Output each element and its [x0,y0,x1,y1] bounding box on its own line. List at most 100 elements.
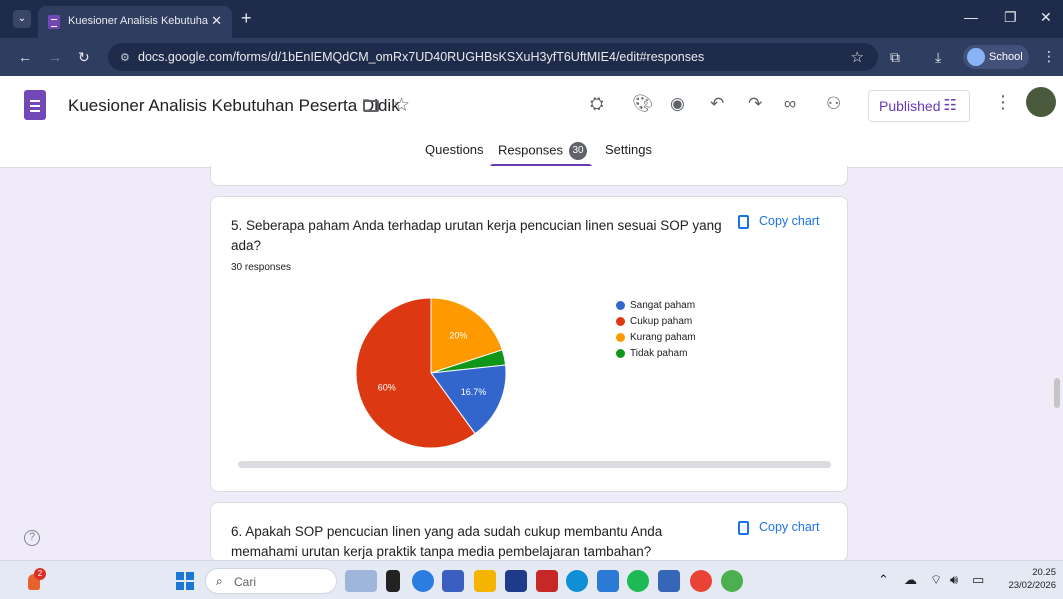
onedrive-icon[interactable]: ☁ [904,572,917,588]
minimize-icon[interactable]: — [964,9,978,25]
customize-theme-addons-icon[interactable]: ⛭ [590,94,604,114]
legend-item[interactable]: Tidak paham [616,348,696,364]
new-tab-button[interactable]: + [241,8,252,29]
copy-chart-button[interactable]: Copy chart [738,520,819,535]
pie-slice-label: 20% [449,330,467,340]
back-icon[interactable]: ← [18,49,32,65]
download-icon[interactable]: ⤓ [935,49,941,66]
forms-logo-icon[interactable] [24,90,46,120]
task-view-icon[interactable] [386,570,400,592]
tab-settings[interactable]: Settings [605,142,652,157]
chart-legend: Sangat paham Cukup paham Kurang paham Tidak… [616,300,696,364]
spotify-icon[interactable] [627,570,649,592]
add-collaborator-icon[interactable]: ⚇ [826,94,841,114]
star-icon[interactable]: ☆ [393,94,410,117]
palette-icon[interactable]: 🎨︎ [632,94,654,114]
forward-icon[interactable]: → [48,49,62,65]
legend-dot-icon [616,316,625,326]
browser-toolbar: ← → ↻ ⚙ docs.google.com/forms/d/1bEnIEMQ… [0,38,1063,76]
taskbar: 2 ⌕ Cari ⌃ ☁ ⌔ 🔊︎ ▭ 20.25 23/02/2026 [0,560,1063,599]
extensions-icon[interactable]: ⧉ [890,49,900,66]
legend-label: Sangat paham [630,300,696,311]
pie-slice-label: 60% [378,382,396,392]
move-to-folder-icon[interactable] [363,100,379,112]
tab-questions[interactable]: Questions [425,142,484,157]
profile-button[interactable]: School [963,45,1029,69]
file-explorer-icon[interactable] [474,570,496,592]
question-card: 5. Seberapa paham Anda terhadap urutan k… [210,196,848,492]
weather-badge: 2 [34,568,46,580]
form-title[interactable]: Kuesioner Analisis Kebutuhan Peserta Did… [68,96,400,116]
response-count: 30 responses [231,262,292,273]
page-scrollbar[interactable] [1054,378,1060,408]
tab-close-icon[interactable]: ✕ [211,13,222,29]
copy-chart-label: Copy chart [759,520,820,534]
question-card: 6. Apakah SOP pencucian linen yang ada s… [210,502,848,562]
form-tabs: Questions Responses 30 Settings [0,138,1063,168]
publish-settings-icon: ☷ [943,97,957,114]
browser-menu-icon[interactable]: ⋮ [1042,48,1056,65]
search-icon: ⌕ [216,574,223,588]
whatsapp-icon[interactable] [721,570,743,592]
tab-responses-label: Responses [498,142,564,158]
avatar[interactable] [1026,87,1056,117]
store-icon[interactable] [505,570,527,592]
chart-horizontal-scrollbar[interactable] [238,461,831,468]
edge-icon[interactable] [566,570,588,592]
address-bar[interactable]: ⚙ docs.google.com/forms/d/1bEnIEMQdCM_om… [108,43,878,71]
browser-tabbar: ⌄ Kuesioner Analisis Kebutuhan P ✕ + — ❐… [0,0,1063,38]
photos-icon[interactable] [597,570,619,592]
url-text: docs.google.com/forms/d/1bEnIEMQdCM_omRx… [138,50,705,64]
responses-count-badge: 30 [569,142,588,160]
app-icon[interactable] [658,570,680,592]
taskbar-search[interactable]: ⌕ Cari [205,568,337,594]
tab-title: Kuesioner Analisis Kebutuhan P [68,15,208,27]
mcafee-icon[interactable] [536,570,558,592]
copilot-icon[interactable] [412,570,434,592]
copy-chart-label: Copy chart [759,214,820,228]
app-icon[interactable] [442,570,464,592]
copy-icon [738,214,749,229]
copy-icon [738,520,749,535]
tray-chevron-icon[interactable]: ⌃ [878,572,889,588]
question-title: 6. Apakah SOP pencucian linen yang ada s… [231,524,663,559]
profile-avatar [967,48,985,66]
forms-favicon-icon [48,15,60,29]
undo-icon[interactable]: ↶ [710,94,724,114]
tab-responses[interactable]: Responses 30 [498,142,588,160]
system-clock[interactable]: 20.25 23/02/2026 [1000,566,1056,592]
volume-icon[interactable]: 🔊︎ [950,572,958,588]
chrome-icon[interactable] [690,570,712,592]
tab-search-chevron-icon[interactable]: ⌄ [13,10,31,28]
browser-tab[interactable]: Kuesioner Analisis Kebutuhan P ✕ [38,6,232,38]
battery-icon[interactable]: ▭ [972,572,984,588]
search-placeholder: Cari [234,575,257,589]
copy-chart-button[interactable]: Copy chart [738,214,819,229]
wifi-icon[interactable]: ⌔ [930,572,942,588]
weather-widget-icon[interactable]: 2 [26,568,46,592]
question-title: 5. Seberapa paham Anda terhadap urutan k… [231,218,722,253]
legend-item[interactable]: Kurang paham [616,332,696,348]
clock-time: 20.25 [1032,567,1056,578]
help-icon[interactable]: ? [24,530,40,546]
legend-item[interactable]: Sangat paham [616,300,696,316]
widgets-icon[interactable] [345,570,377,592]
windows-start-icon[interactable] [176,572,194,590]
close-window-icon[interactable]: ✕ [1040,9,1052,26]
restore-icon[interactable]: ❐ [1004,9,1017,26]
legend-item[interactable]: Cukup paham [616,316,696,332]
legend-dot-icon [616,348,625,358]
link-icon[interactable]: ∞ [784,94,796,114]
published-button[interactable]: Published ☷ [868,90,970,122]
reload-icon[interactable]: ↻ [78,49,90,66]
more-options-icon[interactable]: ⋮ [994,92,1012,113]
pie-chart: 20% 16.7% 60% [356,298,506,448]
legend-dot-icon [616,300,625,310]
redo-icon[interactable]: ↷ [748,94,762,114]
legend-label: Kurang paham [630,332,696,343]
preview-eye-icon[interactable]: ◉ [670,94,685,114]
bookmark-star-icon[interactable]: ☆ [851,48,864,66]
pie-slice-label: 16.7% [461,387,487,397]
site-info-icon[interactable]: ⚙ [120,51,130,64]
legend-label: Tidak paham [630,348,688,359]
